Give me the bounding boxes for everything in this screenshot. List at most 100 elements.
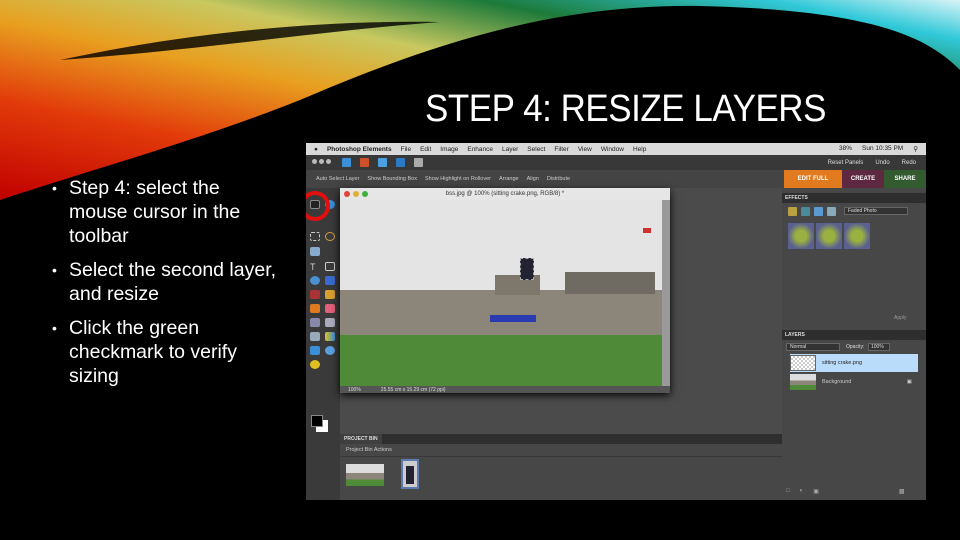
undo-button[interactable]: Undo — [875, 160, 889, 166]
straighten-icon[interactable] — [325, 276, 335, 285]
foreground-color-swatch[interactable] — [311, 415, 323, 427]
tab-edit-full[interactable]: EDIT FULL — [784, 170, 842, 188]
type-tool-icon[interactable]: T — [310, 262, 320, 272]
vertical-scrollbar[interactable] — [662, 200, 670, 386]
menu-bar: ● Photoshop Elements File Edit Image Enh… — [306, 143, 926, 155]
smart-brush-icon[interactable] — [325, 318, 335, 327]
tab-share[interactable]: SHARE — [884, 170, 926, 188]
lock-all-icon[interactable]: ▣ — [813, 488, 819, 495]
healing-icon[interactable] — [325, 290, 335, 299]
lock-icon: ▣ — [906, 379, 912, 385]
menu-edit[interactable]: Edit — [420, 146, 431, 153]
document-window: bss.jpg @ 100% (sitting crake.png, RGB/8… — [340, 188, 670, 393]
effects-dropdown[interactable]: Faded Photo — [844, 207, 908, 215]
layer-thumbnail — [790, 355, 816, 371]
align-menu[interactable]: Align — [527, 176, 539, 182]
layer-name: Background — [822, 379, 852, 385]
reset-panels-button[interactable]: Reset Panels — [828, 160, 864, 166]
bin-thumbnail-person[interactable] — [401, 459, 419, 489]
open-icon[interactable] — [360, 158, 369, 167]
marquee-tool-icon[interactable] — [310, 232, 320, 241]
menu-image[interactable]: Image — [440, 146, 458, 153]
canvas-image[interactable] — [340, 200, 662, 386]
lasso-tool-icon[interactable] — [325, 232, 335, 241]
menu-filter[interactable]: Filter — [554, 146, 568, 153]
bounding-box-checkbox[interactable]: Show Bounding Box — [367, 176, 417, 182]
document-title: bss.jpg @ 100% (sitting crake.png, RGB/8… — [445, 191, 565, 197]
sitting-person-layer[interactable] — [520, 258, 534, 280]
all-effects-icon[interactable] — [827, 207, 836, 216]
red-eye-icon[interactable] — [310, 290, 320, 299]
bullet-item: Click the green checkmark to verify sizi… — [52, 316, 282, 388]
effect-thumbnail[interactable] — [844, 223, 870, 249]
paint-bucket-icon[interactable] — [310, 332, 320, 341]
photo-effects-icon[interactable] — [814, 207, 823, 216]
new-file-icon[interactable] — [342, 158, 351, 167]
shape-icon[interactable] — [310, 346, 320, 355]
tab-create[interactable]: CREATE — [842, 170, 884, 188]
zoom-level[interactable]: 100% — [348, 387, 361, 393]
menu-help[interactable]: Help — [633, 146, 646, 153]
app-toolbar: Reset Panels Undo Redo — [306, 155, 926, 170]
save-icon[interactable] — [378, 158, 387, 167]
window-controls[interactable] — [312, 159, 333, 166]
cookie-cutter-icon[interactable] — [310, 276, 320, 285]
highlight-checkbox[interactable]: Show Highlight on Rollover — [425, 176, 491, 182]
redo-button[interactable]: Redo — [902, 160, 916, 166]
filters-icon[interactable] — [788, 207, 797, 216]
project-bin-header: PROJECT BIN — [340, 434, 382, 444]
project-bin: PROJECT BIN Project Bin Actions — [340, 434, 782, 500]
quick-select-icon[interactable] — [310, 247, 320, 256]
layer-row[interactable]: Background ▣ — [790, 373, 918, 391]
slide-title: STEP 4: RESIZE LAYERS — [425, 88, 826, 130]
stamp-icon[interactable] — [310, 304, 320, 313]
blend-mode-dropdown[interactable]: Normal — [786, 343, 840, 351]
menu-view[interactable]: View — [578, 146, 592, 153]
menu-window[interactable]: Window — [601, 146, 624, 153]
layout-icon[interactable] — [414, 158, 423, 167]
delete-layer-icon[interactable]: ▩ — [899, 488, 905, 495]
help-icon[interactable] — [396, 158, 405, 167]
effect-thumbnail[interactable] — [816, 223, 842, 249]
crop-tool-icon[interactable] — [325, 262, 335, 271]
minimize-button[interactable] — [353, 191, 359, 197]
building — [340, 290, 662, 335]
close-button[interactable] — [344, 191, 350, 197]
distribute-menu[interactable]: Distribute — [547, 176, 570, 182]
opacity-label: Opacity: — [846, 344, 865, 350]
styles-icon[interactable] — [801, 207, 810, 216]
effects-header: EFFECTS — [782, 193, 926, 203]
new-layer-icon[interactable]: □ — [786, 488, 790, 495]
photoshop-elements-screenshot: ● Photoshop Elements File Edit Image Enh… — [306, 143, 926, 500]
bin-thumbnail-background[interactable] — [346, 464, 384, 486]
menu-enhance[interactable]: Enhance — [467, 146, 493, 153]
layer-row-selected[interactable]: sitting crake.png — [790, 354, 918, 372]
document-status-bar: 100% 25.55 cm x 15.29 cm (72 ppi) — [340, 386, 670, 393]
opacity-input[interactable]: 100% — [868, 343, 890, 351]
bullet-item: Step 4: select the mouse cursor in the t… — [52, 176, 282, 248]
adjustment-layer-icon[interactable]: ◐ — [800, 488, 804, 495]
auto-select-checkbox[interactable]: Auto Select Layer — [316, 176, 359, 182]
project-bin-actions[interactable]: Project Bin Actions — [340, 444, 782, 457]
maximize-button[interactable] — [362, 191, 368, 197]
arrange-menu[interactable]: Arrange — [499, 176, 519, 182]
effect-thumbnail[interactable] — [788, 223, 814, 249]
menu-layer[interactable]: Layer — [502, 146, 518, 153]
school-sign — [490, 315, 536, 322]
apply-button[interactable]: Apply — [894, 315, 907, 321]
menu-select[interactable]: Select — [527, 146, 545, 153]
menu-file[interactable]: File — [401, 146, 411, 153]
toolbox: T — [306, 188, 340, 500]
layer-name: sitting crake.png — [822, 360, 863, 366]
search-icon[interactable]: ⚲ — [913, 145, 918, 153]
blur-icon[interactable] — [325, 346, 335, 355]
battery-status: 38% — [839, 145, 853, 152]
app-name[interactable]: Photoshop Elements — [327, 146, 392, 153]
sponge-icon[interactable] — [310, 360, 320, 369]
grass — [340, 335, 662, 386]
apple-icon[interactable]: ● — [314, 146, 318, 153]
eraser-icon[interactable] — [325, 304, 335, 313]
brush-icon[interactable] — [310, 318, 320, 327]
gradient-icon[interactable] — [325, 332, 335, 341]
bullet-item: Select the second layer, and resize — [52, 258, 282, 306]
